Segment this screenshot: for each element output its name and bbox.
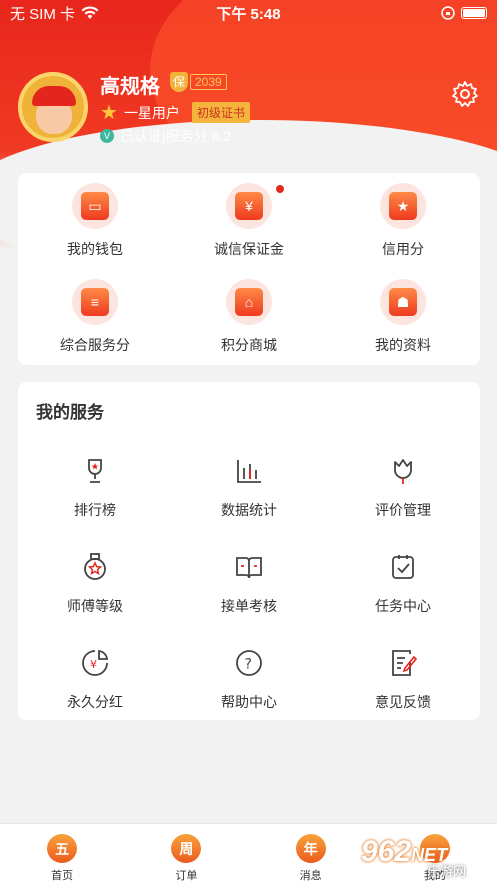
service-label: 永久分红 xyxy=(67,694,123,710)
watermark-text: 乐游网 xyxy=(427,864,467,879)
profile-card-icon: ☗ xyxy=(380,279,426,325)
verify-row: V 已认证 |服务分 8.2 xyxy=(100,126,231,146)
dividend-icon: ¥ xyxy=(82,649,109,676)
service-label: 意见反馈 xyxy=(375,694,431,710)
service-master-level[interactable]: 师傅等级 xyxy=(18,536,172,632)
service-feedback[interactable]: 意见反馈 xyxy=(326,632,480,728)
user-name: 高规格 xyxy=(100,76,160,98)
service-score-icon: ≡ xyxy=(72,279,118,325)
menu-my-profile[interactable]: ☗ 我的资料 xyxy=(326,269,480,365)
home-tab-icon: 五 xyxy=(47,834,78,863)
status-bar: 无 SIM 卡 下午 5:48 xyxy=(0,0,497,26)
service-task-center[interactable]: 任务中心 xyxy=(326,536,480,632)
menu-points-mall[interactable]: ⌂ 积分商城 xyxy=(172,269,326,365)
trophy-icon xyxy=(88,459,102,483)
menu-label: 综合服务分 xyxy=(60,337,130,353)
menu-service-score[interactable]: ≡ 综合服务分 xyxy=(18,269,172,365)
service-dividend[interactable]: ¥ 永久分红 xyxy=(18,632,172,728)
guarantee-number: 2039 xyxy=(190,74,227,90)
service-label: 帮助中心 xyxy=(221,694,277,710)
service-reviews[interactable]: 评价管理 xyxy=(326,440,480,536)
notification-dot xyxy=(276,185,284,193)
service-label: 数据统计 xyxy=(221,502,277,518)
menu-label: 我的钱包 xyxy=(67,241,123,257)
menu-wallet[interactable]: ▭ 我的钱包 xyxy=(18,173,172,269)
service-help[interactable]: ? 帮助中心 xyxy=(172,632,326,728)
guarantee-shield-icon: 保 xyxy=(170,72,188,92)
menu-deposit[interactable]: ¥ 诚信保证金 xyxy=(172,173,326,269)
svg-text:¥: ¥ xyxy=(90,658,97,671)
help-icon: ? xyxy=(236,650,262,676)
service-label: 排行榜 xyxy=(74,502,116,518)
avatar-cap xyxy=(32,86,76,106)
points-mall-icon: ⌂ xyxy=(226,279,272,325)
profile-section: 高规格 保 2039 ★ 一星用户 初级证书 V 已认证 |服务分 8.2 xyxy=(18,70,478,160)
open-book-icon xyxy=(236,557,262,579)
tab-messages[interactable]: 年 消息 xyxy=(249,824,373,883)
service-label: 接单考核 xyxy=(221,598,277,614)
medal-icon xyxy=(84,553,106,580)
task-check-icon xyxy=(392,555,414,579)
service-label: 评价管理 xyxy=(375,502,431,518)
menu-label: 诚信保证金 xyxy=(214,241,284,257)
service-label: 师傅等级 xyxy=(67,598,123,614)
service-label: 任务中心 xyxy=(375,598,431,614)
verified-icon: V xyxy=(100,129,114,143)
certificate-badge[interactable]: 初级证书 xyxy=(191,102,250,123)
flower-icon xyxy=(394,459,412,484)
battery-icon xyxy=(461,7,487,19)
tab-home[interactable]: 五 首页 xyxy=(0,824,124,883)
settings-gear-icon[interactable] xyxy=(451,80,479,108)
site-watermark: 962NET 乐游网 xyxy=(361,835,491,879)
menu-label: 我的资料 xyxy=(375,337,431,353)
svg-text:?: ? xyxy=(245,657,252,673)
my-services-card: 我的服务 排行榜 数据统计 评价管理 师傅等级 接单考核 任务中心 ¥ 永久分红 xyxy=(18,382,480,720)
level-row: ★ 一星用户 初级证书 xyxy=(100,100,250,125)
tab-label: 订单 xyxy=(175,870,198,882)
services-title: 我的服务 xyxy=(36,403,104,422)
bar-chart-icon xyxy=(237,460,261,483)
account-menu-card: ▭ 我的钱包 ¥ 诚信保证金 ★ 信用分 ≡ 综合服务分 ⌂ 积分商城 ☗ 我的… xyxy=(18,173,480,365)
verified-label: 已认证 xyxy=(120,128,162,144)
deposit-shield-icon: ¥ xyxy=(226,183,272,229)
guarantee-badge[interactable]: 保 2039 xyxy=(170,72,227,92)
star-icon: ★ xyxy=(100,102,118,124)
tab-orders[interactable]: 周 订单 xyxy=(124,824,248,883)
service-order-assessment[interactable]: 接单考核 xyxy=(172,536,326,632)
menu-credit[interactable]: ★ 信用分 xyxy=(326,173,480,269)
tab-label: 消息 xyxy=(299,870,322,882)
orientation-lock-icon xyxy=(441,6,455,20)
menu-label: 积分商城 xyxy=(221,337,277,353)
service-score: |服务分 8.2 xyxy=(162,128,231,144)
user-level: 一星用户 xyxy=(123,104,180,121)
service-statistics[interactable]: 数据统计 xyxy=(172,440,326,536)
wallet-icon: ▭ xyxy=(72,183,118,229)
credit-bookmark-icon: ★ xyxy=(380,183,426,229)
messages-tab-icon: 年 xyxy=(295,834,326,863)
service-ranking[interactable]: 排行榜 xyxy=(18,440,172,536)
menu-label: 信用分 xyxy=(382,241,424,257)
tab-label: 首页 xyxy=(51,870,74,882)
avatar[interactable] xyxy=(18,72,88,142)
status-time: 下午 5:48 xyxy=(216,5,281,23)
orders-tab-icon: 周 xyxy=(171,834,202,863)
feedback-edit-icon xyxy=(392,650,418,676)
